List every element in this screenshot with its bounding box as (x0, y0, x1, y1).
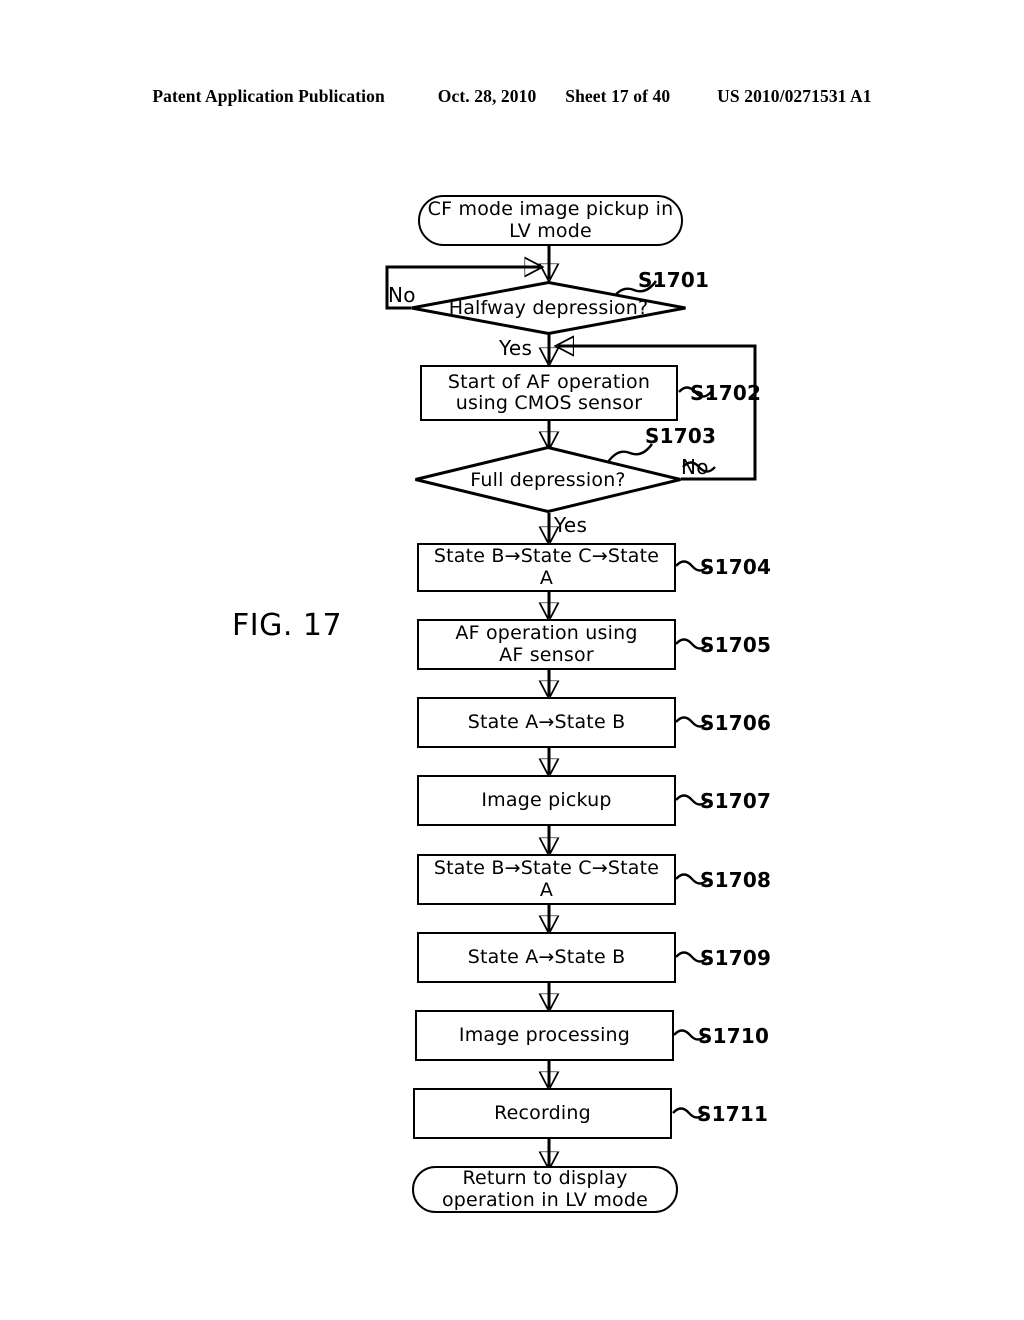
step-label-s1706: S1706 (700, 711, 772, 735)
node-decision-full-depression: Full depression? (414, 446, 682, 513)
step-label-s1710: S1710 (698, 1024, 770, 1048)
node-start-af-operation-cmos: Start of AF operation using CMOS sensor (420, 365, 678, 421)
step-label-s1701: S1701 (638, 268, 710, 292)
step-label-s1704: S1704 (700, 555, 772, 579)
step-label-s1709: S1709 (700, 946, 772, 970)
step-label-s1702: S1702 (690, 381, 762, 405)
step-label-s1703: S1703 (645, 424, 717, 448)
step-label-s1705: S1705 (700, 633, 772, 657)
step-label-s1711: S1711 (697, 1102, 769, 1126)
branch-label-s1701-yes: Yes (499, 336, 533, 360)
node-state-b-c-a-first: State B→State C→State A (417, 543, 676, 592)
node-end: Return to display operation in LV mode (412, 1166, 678, 1213)
node-af-operation-af-sensor: AF operation using AF sensor (417, 619, 676, 670)
node-image-processing: Image processing (415, 1010, 674, 1061)
node-start: CF mode image pickup in LV mode (418, 195, 683, 246)
node-recording: Recording (413, 1088, 672, 1139)
decision-label: Full depression? (470, 468, 626, 491)
node-state-a-to-b-second: State A→State B (417, 932, 676, 983)
decision-label: Halfway depression? (448, 297, 649, 319)
branch-label-s1703-yes: Yes (554, 513, 588, 537)
node-image-pickup: Image pickup (417, 775, 676, 826)
flowchart: CF mode image pickup in LV mode Halfway … (0, 0, 1024, 1320)
node-state-b-c-a-second: State B→State C→State A (417, 854, 676, 905)
step-label-s1708: S1708 (700, 868, 772, 892)
step-label-s1707: S1707 (700, 789, 772, 813)
branch-label-s1701-no: No (388, 283, 416, 307)
node-state-a-to-b-first: State A→State B (417, 697, 676, 748)
branch-label-s1703-no: No (681, 455, 709, 479)
